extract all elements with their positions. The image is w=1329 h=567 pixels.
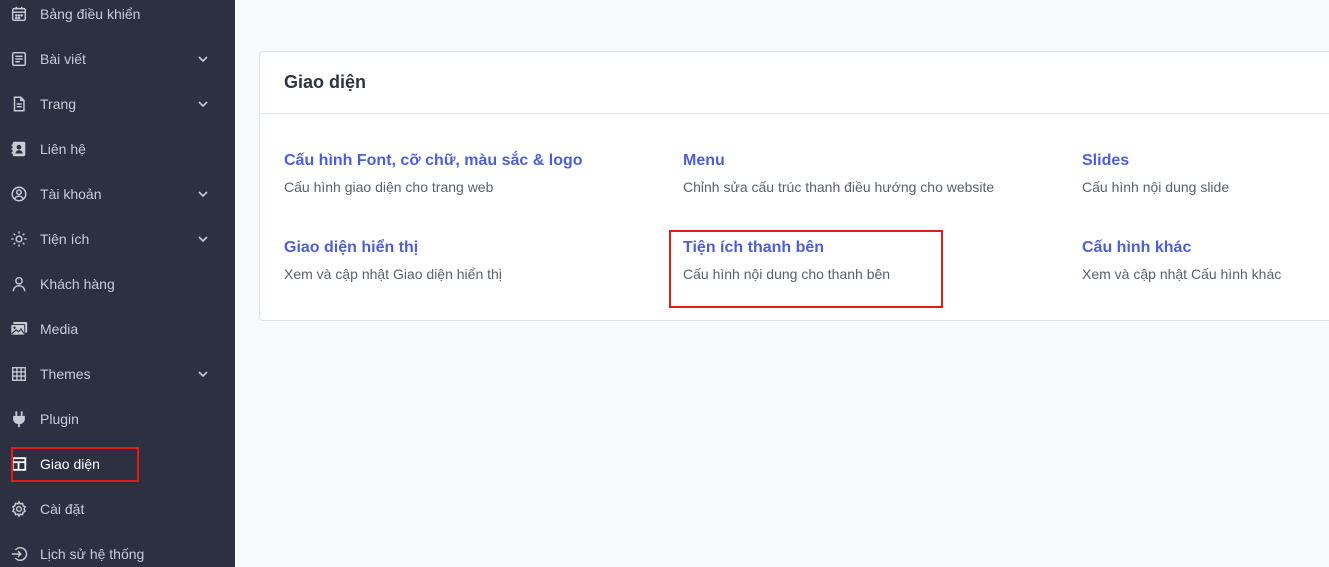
appearance-card: Giao diện Cấu hình Font, cỡ chữ, màu sắc… xyxy=(259,51,1329,321)
sidebar-item-label: Tiện ích xyxy=(40,231,90,247)
sidebar-item-media[interactable]: Media xyxy=(0,307,235,351)
sidebar-item-label: Lịch sử hệ thống xyxy=(40,546,145,562)
chevron-down-icon[interactable] xyxy=(195,96,211,112)
sidebar-item-pages[interactable]: Trang xyxy=(0,82,235,126)
chevron-down-icon[interactable] xyxy=(195,366,211,382)
sidebar-item-contact[interactable]: Liên hệ xyxy=(0,127,235,171)
article-icon xyxy=(9,49,29,69)
option-description: Xem và cập nhật Giao diện hiển thị xyxy=(284,266,502,282)
sidebar-item-label: Tài khoản xyxy=(40,186,102,202)
page-icon xyxy=(9,94,29,114)
option-description: Cấu hình nội dung slide xyxy=(1082,179,1230,195)
sidebar-item-accounts[interactable]: Tài khoản xyxy=(0,172,235,216)
option-description: Xem và cập nhật Cấu hình khác xyxy=(1082,266,1282,282)
sidebar-item-label: Cài đặt xyxy=(40,501,85,517)
sidebar-item-appearance[interactable]: Giao diện xyxy=(0,442,235,486)
option-link[interactable]: Cấu hình khác xyxy=(1082,239,1281,257)
layout-icon xyxy=(9,454,29,474)
sidebar-item-plugin[interactable]: Plugin xyxy=(0,397,235,441)
sidebar-item-utilities[interactable]: Tiện ích xyxy=(0,217,235,261)
option-menu: Menu Chỉnh sửa cấu trúc thanh điều hướng… xyxy=(683,152,994,195)
plug-icon xyxy=(9,409,29,429)
chevron-down-icon[interactable] xyxy=(195,51,211,67)
sidebar-item-system-history[interactable]: Lịch sử hệ thống xyxy=(0,532,235,567)
option-link[interactable]: Cấu hình Font, cỡ chữ, màu sắc & logo xyxy=(284,152,583,170)
chevron-down-icon[interactable] xyxy=(195,186,211,202)
sun-icon xyxy=(9,229,29,249)
option-other-settings: Cấu hình khác Xem và cập nhật Cấu hình k… xyxy=(1082,239,1281,282)
calendar-icon xyxy=(9,4,29,24)
grid-icon xyxy=(9,364,29,384)
option-link[interactable]: Giao diện hiển thị xyxy=(284,239,502,257)
page-title: Giao diện xyxy=(284,72,367,92)
option-slides: Slides Cấu hình nội dung slide xyxy=(1082,152,1229,195)
gear-icon xyxy=(9,499,29,519)
sidebar-item-posts[interactable]: Bài viết xyxy=(0,37,235,81)
option-sidebar-widgets: Tiện ích thanh bên Cấu hình nội dung cho… xyxy=(683,239,890,282)
option-description: Chỉnh sửa cấu trúc thanh điều hướng cho … xyxy=(683,179,995,195)
option-link[interactable]: Menu xyxy=(683,152,994,170)
sidebar-item-label: Trang xyxy=(40,96,77,112)
sidebar-item-dashboard[interactable]: Bảng điều khiển xyxy=(0,0,235,36)
sidebar-item-customers[interactable]: Khách hàng xyxy=(0,262,235,306)
sidebar-item-themes[interactable]: Themes xyxy=(0,352,235,396)
option-link[interactable]: Tiện ích thanh bên xyxy=(683,239,890,257)
sign-in-icon xyxy=(9,544,29,564)
image-gallery-icon xyxy=(9,319,29,339)
chevron-down-icon[interactable] xyxy=(195,231,211,247)
sidebar-item-label: Liên hệ xyxy=(40,141,86,157)
sidebar-item-label: Plugin xyxy=(40,411,79,427)
user-circle-icon xyxy=(9,184,29,204)
sidebar-item-label: Bài viết xyxy=(40,51,86,67)
option-link[interactable]: Slides xyxy=(1082,152,1229,170)
option-description: Cấu hình nội dung cho thanh bên xyxy=(683,266,891,282)
option-font-color-logo: Cấu hình Font, cỡ chữ, màu sắc & logo Cấ… xyxy=(284,152,583,195)
user-icon xyxy=(9,274,29,294)
sidebar-item-label: Themes xyxy=(40,366,91,382)
sidebar-item-label: Media xyxy=(40,321,79,337)
sidebar-item-label: Bảng điều khiển xyxy=(40,6,141,22)
option-description: Cấu hình giao diện cho trang web xyxy=(284,179,494,195)
sidebar-item-label: Khách hàng xyxy=(40,276,115,292)
sidebar: Bảng điều khiển Bài viết Trang Liên hệ T… xyxy=(0,0,235,567)
card-header: Giao diện xyxy=(260,52,1329,114)
sidebar-item-settings[interactable]: Cài đặt xyxy=(0,487,235,531)
contact-card-icon xyxy=(9,139,29,159)
sidebar-item-label: Giao diện xyxy=(40,456,100,472)
option-display: Giao diện hiển thị Xem và cập nhật Giao … xyxy=(284,239,502,282)
